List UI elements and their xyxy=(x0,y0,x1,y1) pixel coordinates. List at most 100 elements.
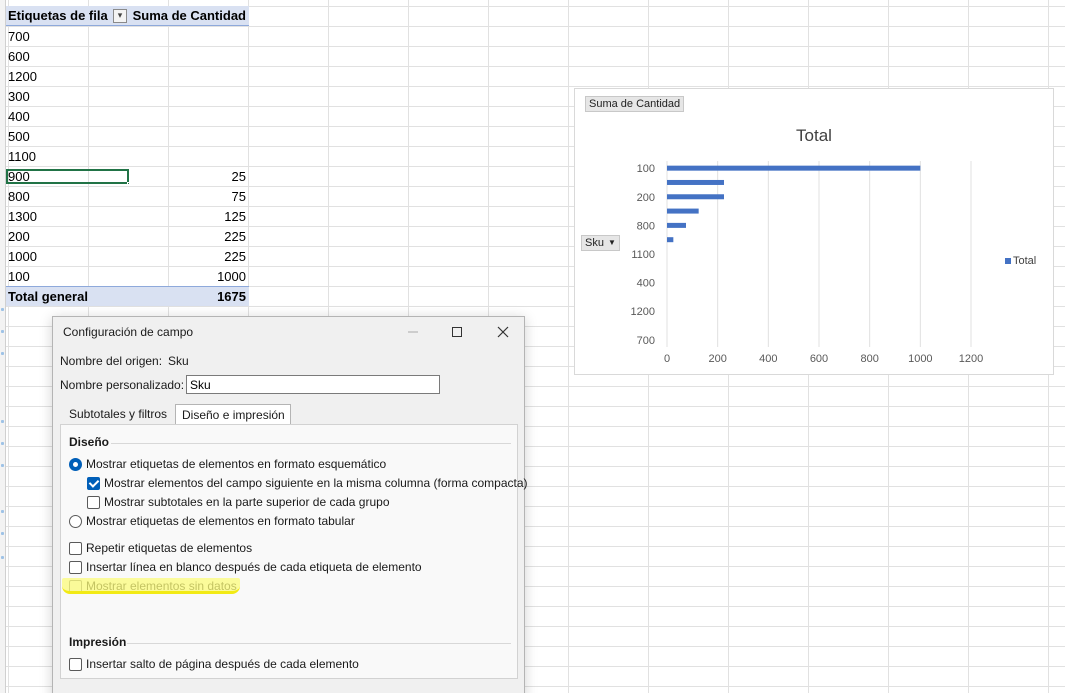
dialog-titlebar[interactable]: Configuración de campo xyxy=(53,317,524,347)
repeat-labels-checkbox[interactable] xyxy=(69,541,82,555)
row-label-cell[interactable]: 700 xyxy=(6,29,129,44)
value-cell[interactable]: 125 xyxy=(129,209,249,224)
maximize-icon xyxy=(452,327,462,337)
value-cell[interactable]: 225 xyxy=(129,229,249,244)
page-break-option[interactable]: Insertar salto de página después de cada… xyxy=(69,657,359,671)
row-label-cell[interactable]: 300 xyxy=(6,89,129,104)
row-label-cell[interactable]: 400 xyxy=(6,109,129,124)
subtotals-top-checkbox[interactable] xyxy=(87,495,100,509)
tab-subtotals-filters[interactable]: Subtotales y filtros xyxy=(65,404,171,424)
y-tick-label: 100 xyxy=(637,163,655,175)
minimize-button[interactable] xyxy=(393,317,433,347)
repeat-labels-label: Repetir etiquetas de elementos xyxy=(86,541,253,555)
bar[interactable] xyxy=(667,222,686,228)
x-tick-label: 600 xyxy=(810,353,828,365)
y-tick-label: 400 xyxy=(637,278,655,290)
tabular-form-label: Mostrar etiquetas de elementos en format… xyxy=(86,514,355,528)
table-row: 100 1000 xyxy=(6,266,249,286)
table-row: 300 xyxy=(6,86,249,106)
row-labels-header[interactable]: Etiquetas de fila ▾ xyxy=(6,8,129,23)
x-tick-label: 400 xyxy=(759,353,777,365)
bar[interactable] xyxy=(667,208,699,214)
compact-form-option[interactable]: Mostrar elementos del campo siguiente en… xyxy=(87,476,528,490)
row-label-cell[interactable]: 200 xyxy=(6,229,129,244)
fill-handle[interactable] xyxy=(127,181,129,184)
dropdown-arrow-icon: ▼ xyxy=(607,238,616,247)
row-label-cell[interactable]: 100 xyxy=(6,269,129,284)
filter-dropdown-icon[interactable]: ▾ xyxy=(113,8,127,23)
row-label-cell[interactable]: 900 xyxy=(6,168,129,184)
row-label-cell[interactable]: 1000 xyxy=(6,249,129,264)
bar[interactable] xyxy=(667,194,724,200)
field-settings-dialog: Configuración de campo Nombre del origen… xyxy=(52,316,528,693)
chart-value-field-button[interactable]: Suma de Cantidad xyxy=(585,96,685,112)
table-row: 1000 225 xyxy=(6,246,249,266)
bar[interactable] xyxy=(667,165,921,171)
y-tick-label: 1100 xyxy=(631,249,655,261)
subtotals-top-label: Mostrar subtotales en la parte superior … xyxy=(104,495,390,509)
maximize-button[interactable] xyxy=(437,317,477,347)
value-cell[interactable]: 75 xyxy=(129,189,249,204)
row-label-cell[interactable]: 1300 xyxy=(6,209,129,224)
table-row: 700 xyxy=(6,26,249,46)
close-button[interactable] xyxy=(483,317,523,347)
table-row: 500 xyxy=(6,126,249,146)
value-cell[interactable]: 1000 xyxy=(129,269,249,284)
outline-form-radio[interactable] xyxy=(69,457,82,471)
tabular-form-radio[interactable] xyxy=(69,514,82,528)
chart-title[interactable]: Total xyxy=(575,126,1053,146)
page-break-checkbox[interactable] xyxy=(69,657,82,671)
pivot-chart[interactable]: 0 200 400 600 800 1000 1200 100 200 800 1100 400 120… xyxy=(574,88,1054,375)
minimize-icon xyxy=(408,331,418,333)
row-label-cell[interactable]: 1200 xyxy=(6,69,129,84)
tab-layout-print[interactable]: Diseño e impresión xyxy=(175,404,291,425)
layout-section-title: Diseño xyxy=(69,435,110,449)
y-tick-label: 800 xyxy=(637,220,655,232)
repeat-labels-option[interactable]: Repetir etiquetas de elementos xyxy=(69,541,252,555)
edge-marker xyxy=(1,532,4,535)
source-name-value: Sku xyxy=(168,354,189,368)
edge-marker xyxy=(1,330,4,333)
blank-line-checkbox[interactable] xyxy=(69,560,82,574)
outline-form-label: Mostrar etiquetas de elementos en format… xyxy=(86,457,387,471)
compact-form-label: Mostrar elementos del campo siguiente en… xyxy=(104,476,528,490)
x-tick-label: 200 xyxy=(708,353,726,365)
edge-marker xyxy=(1,556,4,559)
table-row: 400 xyxy=(6,106,249,126)
page-break-label: Insertar salto de página después de cada… xyxy=(86,657,359,671)
blank-line-option[interactable]: Insertar línea en blanco después de cada… xyxy=(69,560,422,574)
chart-legend[interactable]: Total xyxy=(1005,255,1036,267)
row-label-cell[interactable]: 500 xyxy=(6,129,129,144)
subtotals-top-option[interactable]: Mostrar subtotales en la parte superior … xyxy=(87,495,390,509)
row-label-cell[interactable]: 600 xyxy=(6,49,129,64)
row-labels-header-text: Etiquetas de fila xyxy=(8,8,108,23)
edge-marker xyxy=(1,464,4,467)
pivot-total-row: Total general 1675 xyxy=(6,286,249,306)
custom-name-input[interactable] xyxy=(186,375,440,394)
x-tick-label: 800 xyxy=(860,353,878,365)
chart-axis-field-label: Sku xyxy=(585,237,604,249)
x-tick-label: 1000 xyxy=(908,353,932,365)
value-cell[interactable]: 25 xyxy=(129,169,249,184)
dialog-title: Configuración de campo xyxy=(63,325,194,339)
bar[interactable] xyxy=(667,237,674,243)
table-row: 1100 xyxy=(6,146,249,166)
total-value[interactable]: 1675 xyxy=(129,289,249,304)
edge-marker xyxy=(1,308,4,311)
blank-line-label: Insertar línea en blanco después de cada… xyxy=(86,560,422,574)
bar[interactable] xyxy=(667,179,724,185)
custom-name-label: Nombre personalizado: xyxy=(60,378,185,392)
row-label-cell[interactable]: 1100 xyxy=(6,149,129,164)
compact-form-checkbox[interactable] xyxy=(87,476,100,490)
section-divider xyxy=(111,443,511,444)
chart-axis-field-button[interactable]: Sku ▼ xyxy=(581,235,620,251)
legend-swatch xyxy=(1005,258,1011,264)
outline-form-option[interactable]: Mostrar etiquetas de elementos en format… xyxy=(69,457,386,471)
value-cell[interactable]: 225 xyxy=(129,249,249,264)
tabular-form-option[interactable]: Mostrar etiquetas de elementos en format… xyxy=(69,514,355,528)
table-row: 600 xyxy=(6,46,249,66)
table-row: 900 25 xyxy=(6,166,249,186)
row-label-cell[interactable]: 800 xyxy=(6,189,129,204)
total-label[interactable]: Total general xyxy=(6,289,129,304)
sum-header[interactable]: Suma de Cantidad xyxy=(129,8,249,23)
